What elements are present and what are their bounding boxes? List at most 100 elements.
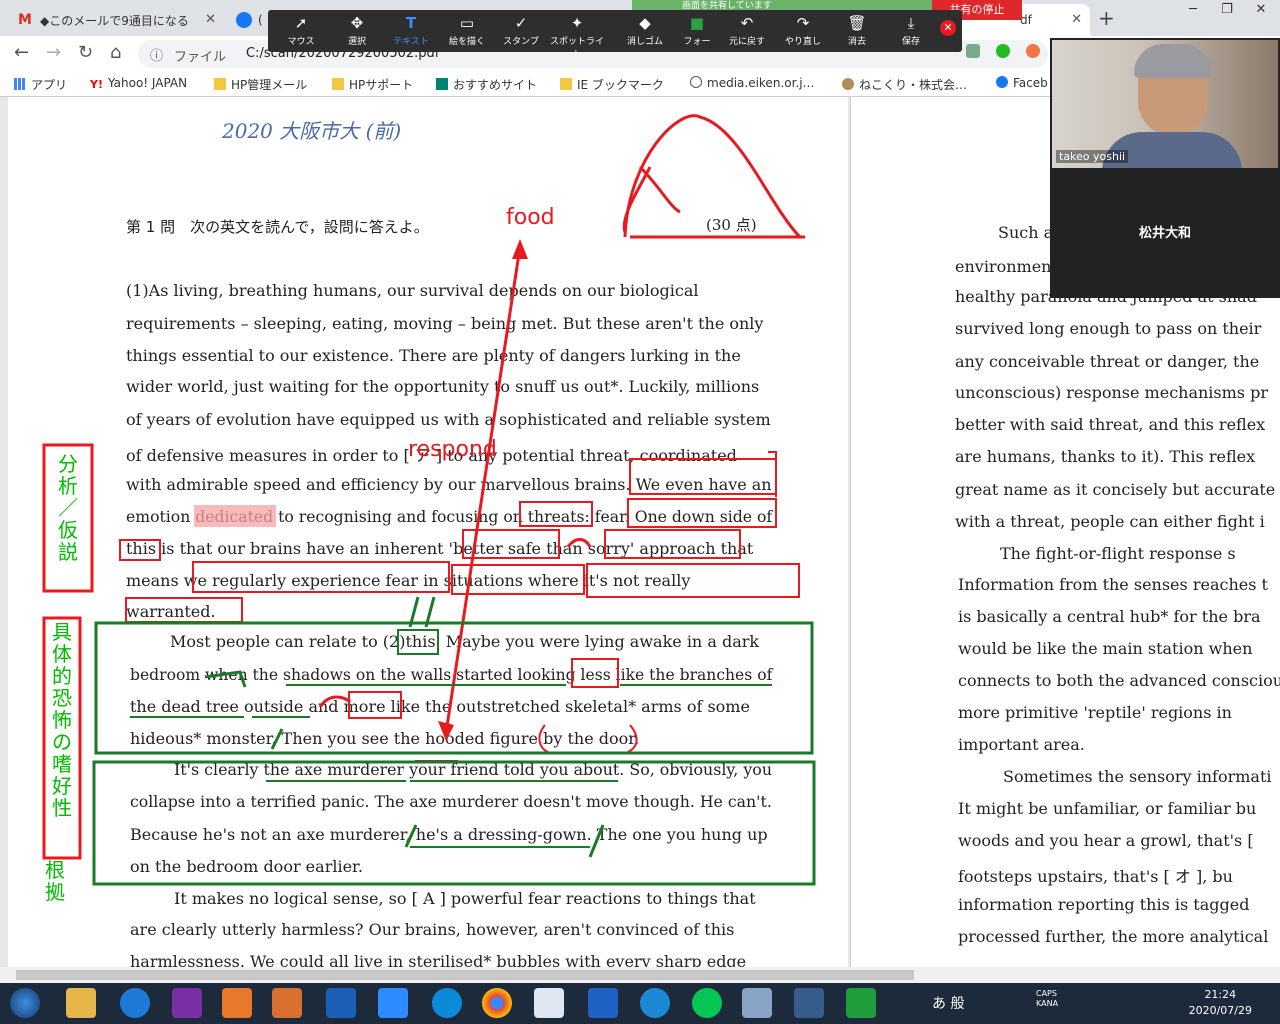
annotation-stroke bbox=[566, 538, 592, 548]
tool-select[interactable]: ✥ 選択 bbox=[330, 10, 384, 52]
annotation-box bbox=[125, 597, 243, 623]
bookmark-folder[interactable]: HP管理メール bbox=[214, 76, 307, 93]
annotation-box bbox=[571, 658, 619, 688]
scrollbar-thumb[interactable] bbox=[16, 970, 914, 980]
participant-name: 松井大和 bbox=[1138, 226, 1191, 241]
annotation-stroke bbox=[588, 824, 605, 858]
color-swatch-icon: ■ bbox=[689, 14, 705, 32]
annotation-stroke bbox=[404, 824, 418, 848]
app-icon[interactable] bbox=[742, 988, 772, 1018]
extension-icon[interactable] bbox=[1026, 44, 1040, 58]
annotation-stroke bbox=[204, 670, 247, 688]
save-icon: ⤓ bbox=[907, 14, 915, 32]
text-icon: T bbox=[405, 14, 417, 32]
tool-redo[interactable]: ↷ やり直し bbox=[776, 10, 830, 52]
annotation-figure-drawing bbox=[623, 114, 802, 239]
app-icon[interactable] bbox=[272, 988, 302, 1018]
bookmarks-bar: アプリ Y! Yahoo! JAPAN HP管理メール HPサポート おすすめサイ… bbox=[0, 72, 1050, 97]
taskbar: あ 般 CAPS KANA 21:24 2020/07/29 bbox=[0, 983, 1280, 1024]
tool-undo[interactable]: ↶ 元に戻す bbox=[720, 10, 774, 52]
annotation-label-basis: 根拠 bbox=[45, 858, 65, 904]
tab-gmail[interactable]: M ◆このメールで9通目になる ✕ bbox=[8, 4, 224, 36]
folder-icon bbox=[332, 78, 344, 90]
photo-icon[interactable] bbox=[846, 988, 876, 1018]
tool-eraser[interactable]: ◆ 消しゴム bbox=[618, 10, 672, 52]
bookmark-yahoo[interactable]: Y! Yahoo! JAPAN bbox=[90, 76, 187, 91]
eraser-icon: ◆ bbox=[639, 14, 651, 32]
forward-icon[interactable]: → bbox=[46, 42, 61, 63]
clock-time: 21:24 bbox=[1204, 988, 1237, 1001]
app-icon[interactable] bbox=[794, 988, 824, 1018]
close-icon[interactable]: ✕ bbox=[205, 12, 216, 27]
tool-mouse[interactable]: ➚ マウス bbox=[274, 10, 328, 52]
line-icon[interactable] bbox=[692, 988, 722, 1018]
new-tab-button[interactable]: + bbox=[1098, 6, 1115, 30]
extension-icon[interactable] bbox=[966, 44, 980, 58]
close-toolbar-icon[interactable]: ✕ bbox=[940, 20, 956, 36]
edge-icon[interactable] bbox=[640, 988, 670, 1018]
skype-icon[interactable] bbox=[432, 988, 462, 1018]
annotation-box bbox=[348, 691, 402, 719]
caps-indicator: CAPS KANA bbox=[1036, 989, 1059, 1008]
close-window-button[interactable]: ✕ bbox=[1244, 0, 1278, 20]
annotation-stroke bbox=[270, 728, 284, 750]
sharing-banner: 画面を共有しています bbox=[632, 0, 932, 11]
ie-icon[interactable] bbox=[120, 988, 150, 1018]
back-icon[interactable]: ← bbox=[14, 42, 29, 63]
minimize-button[interactable]: ─ bbox=[1176, 0, 1210, 20]
tool-spotlight[interactable]: ✦ スポットライト bbox=[550, 10, 604, 60]
system-clock[interactable]: 21:24 2020/07/29 bbox=[1189, 987, 1252, 1019]
zoom-icon[interactable] bbox=[378, 988, 408, 1018]
annotation-stroke bbox=[318, 695, 352, 708]
bookmark-bing[interactable]: おすすめサイト bbox=[436, 76, 537, 93]
folder-icon bbox=[560, 78, 572, 90]
facebook-icon bbox=[996, 76, 1008, 88]
participant-video bbox=[1052, 40, 1278, 168]
annotation-stroke bbox=[538, 724, 549, 753]
bookmark-facebook[interactable]: Faceb bbox=[996, 76, 1048, 90]
info-icon[interactable]: ⓘ bbox=[150, 45, 163, 64]
restore-button[interactable]: ❐ bbox=[1210, 0, 1244, 20]
move-icon: ✥ bbox=[350, 14, 364, 32]
chrome-icon[interactable] bbox=[482, 988, 512, 1018]
bookmark-folder[interactable]: IE ブックマーク bbox=[560, 76, 664, 93]
tool-format[interactable]: ■ フォー bbox=[670, 10, 724, 52]
bookmark-folder[interactable]: HPサポート bbox=[332, 76, 413, 93]
annotation-box bbox=[519, 501, 593, 527]
feather-icon[interactable] bbox=[326, 988, 356, 1018]
onenote-icon[interactable] bbox=[172, 988, 202, 1018]
bookmark-apps[interactable]: アプリ bbox=[14, 76, 67, 93]
home-icon[interactable]: ⌂ bbox=[110, 42, 121, 63]
app-icon[interactable] bbox=[534, 988, 564, 1018]
reload-icon[interactable]: ↻ bbox=[78, 42, 93, 63]
redo-icon: ↷ bbox=[796, 14, 810, 32]
tab-facebook[interactable]: ( bbox=[226, 4, 266, 36]
globe-icon bbox=[690, 76, 702, 88]
annotation-stroke bbox=[627, 724, 638, 753]
facebook-icon bbox=[236, 12, 252, 28]
check-icon: ✓ bbox=[514, 14, 528, 32]
ime-indicator[interactable]: あ 般 bbox=[932, 993, 964, 1013]
close-icon[interactable]: ✕ bbox=[1071, 12, 1082, 27]
annotation-label-analysis: 分析／仮説 bbox=[58, 452, 78, 564]
bookmark-eiken[interactable]: media.eiken.or.j… bbox=[690, 76, 815, 90]
media-player-icon[interactable] bbox=[222, 988, 252, 1018]
annotation-box bbox=[192, 561, 450, 593]
app-icon[interactable] bbox=[588, 988, 618, 1018]
annotation-text-food: food bbox=[506, 205, 555, 230]
explorer-icon[interactable] bbox=[66, 988, 96, 1018]
spotlight-icon: ✦ bbox=[570, 14, 584, 32]
start-button[interactable] bbox=[10, 988, 40, 1018]
annotation-arrowhead bbox=[512, 239, 528, 259]
tab-title: ( bbox=[258, 13, 263, 27]
tool-draw[interactable]: ▭ 絵を描く bbox=[440, 10, 494, 52]
bookmark-nekokuri[interactable]: ねこくり・株式会… bbox=[842, 76, 967, 93]
tool-clear[interactable]: 🗑 消去 bbox=[830, 10, 884, 52]
annotation-box bbox=[586, 563, 800, 598]
tool-text[interactable]: T テキスト bbox=[384, 10, 438, 52]
trash-icon: 🗑 bbox=[847, 14, 867, 32]
tool-stamp[interactable]: ✓ スタンプ bbox=[494, 10, 548, 52]
share-icon[interactable] bbox=[996, 44, 1010, 58]
cat-icon bbox=[842, 78, 854, 90]
tool-save[interactable]: ⤓ 保存 bbox=[884, 10, 938, 52]
